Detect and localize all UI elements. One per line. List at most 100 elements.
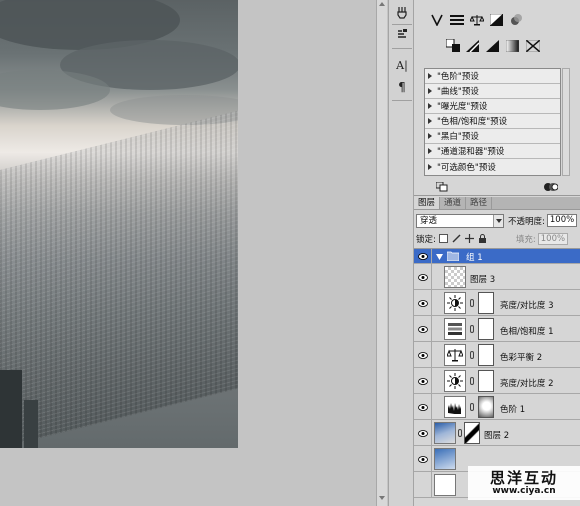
eye-icon[interactable] — [417, 351, 429, 359]
levels-icon[interactable] — [444, 396, 466, 418]
expand-triangle-icon[interactable] — [428, 88, 432, 94]
expand-triangle-icon[interactable] — [428, 133, 432, 139]
folder-icon — [446, 251, 460, 264]
preset-item[interactable]: "色阶"预设 — [425, 69, 560, 84]
lock-label: 锁定: — [416, 234, 436, 245]
preset-item[interactable]: "通道混和器"预设 — [425, 144, 560, 159]
layer-row-brightness-contrast-2[interactable]: 亮度/对比度 2 — [414, 368, 580, 394]
opacity-label: 不透明度: — [508, 216, 545, 227]
layer-thumbnail[interactable] — [434, 474, 456, 496]
preset-item[interactable]: "可选颜色"预设 — [425, 159, 560, 174]
fill-input[interactable]: 100% — [537, 232, 568, 245]
layer-mask-thumbnail[interactable] — [478, 370, 494, 392]
clone-source-icon[interactable] — [393, 26, 411, 44]
eye-icon[interactable] — [417, 429, 429, 437]
tool-presets-icon[interactable] — [393, 4, 411, 22]
brightness-contrast-icon[interactable] — [428, 12, 445, 27]
layer-row-brightness-contrast-3[interactable]: 亮度/对比度 3 — [414, 290, 580, 316]
preset-item[interactable]: "曝光度"预设 — [425, 99, 560, 114]
layer-thumbnail[interactable] — [444, 266, 466, 288]
layers-panel-tabs: 图层 通道 路径 — [414, 197, 580, 210]
expand-triangle-icon[interactable] — [428, 73, 432, 79]
levels-icon[interactable] — [448, 12, 465, 27]
threshold-icon[interactable] — [484, 38, 501, 53]
preset-list-scrollbar[interactable] — [562, 68, 570, 176]
layer-row-levels-1[interactable]: 色阶 1 — [414, 394, 580, 420]
link-icon[interactable] — [470, 299, 474, 307]
expand-triangle-icon[interactable] — [428, 118, 432, 124]
link-icon[interactable] — [470, 403, 474, 411]
scroll-down-arrow-icon[interactable] — [379, 496, 385, 500]
layer-name: 图层 2 — [484, 431, 510, 441]
expand-triangle-icon[interactable] — [428, 103, 432, 109]
eye-icon[interactable] — [417, 403, 429, 411]
layer-mask-thumbnail[interactable] — [478, 396, 494, 418]
lock-image-icon[interactable] — [452, 234, 462, 244]
eye-icon[interactable] — [417, 299, 429, 307]
preset-item[interactable]: "黑白"预设 — [425, 129, 560, 144]
link-icon[interactable] — [470, 351, 474, 359]
preset-item[interactable]: "曲线"预设 — [425, 84, 560, 99]
character-panel-icon[interactable]: A| — [393, 56, 411, 74]
brightness-contrast-icon[interactable] — [444, 292, 466, 314]
eye-icon[interactable] — [417, 252, 429, 260]
photo-filter-icon[interactable] — [508, 12, 525, 27]
layer-row-layer-2[interactable]: 图层 2 — [414, 420, 580, 446]
black-white-icon[interactable] — [488, 12, 505, 27]
layer-name: 色彩平衡 2 — [500, 353, 543, 363]
layer-thumbnail[interactable] — [434, 422, 456, 444]
lock-transparent-icon[interactable] — [439, 234, 449, 244]
layer-row-group-1[interactable]: 组 1 — [414, 249, 580, 264]
posterize-icon[interactable] — [464, 38, 481, 53]
chevron-down-icon[interactable] — [493, 214, 503, 227]
adjustment-icons-row-1 — [428, 12, 525, 27]
layer-thumbnail[interactable] — [434, 448, 456, 470]
tab-paths[interactable]: 路径 — [466, 197, 493, 209]
layer-mask-thumbnail[interactable] — [478, 318, 494, 340]
layer-row-hue-saturation-1[interactable]: 色相/饱和度 1 — [414, 316, 580, 342]
adjustment-icons-row-2 — [444, 38, 541, 53]
brightness-contrast-icon[interactable] — [444, 370, 466, 392]
tab-layers[interactable]: 图层 — [414, 197, 441, 209]
building-shape — [0, 370, 22, 448]
tab-channels[interactable]: 通道 — [440, 197, 467, 209]
city-texture — [0, 110, 238, 448]
blend-mode-select[interactable]: 穿透 — [416, 213, 504, 228]
layer-mask-thumbnail[interactable] — [464, 422, 480, 444]
layer-row-color-balance-2[interactable]: 色彩平衡 2 — [414, 342, 580, 368]
selective-color-icon[interactable] — [524, 38, 541, 53]
gradient-map-icon[interactable] — [504, 38, 521, 53]
eye-icon[interactable] — [417, 377, 429, 385]
vertical-scrollbar[interactable] — [376, 0, 387, 506]
expand-triangle-icon[interactable] — [428, 148, 432, 154]
lock-position-icon[interactable] — [465, 234, 475, 244]
expand-triangle-icon[interactable] — [428, 163, 432, 170]
link-icon[interactable] — [470, 377, 474, 385]
document-canvas-area[interactable] — [0, 0, 375, 506]
adjustment-preset-list[interactable]: "色阶"预设 "曲线"预设 "曝光度"预设 "色相/饱和度"预设 "黑白"预设 … — [424, 68, 561, 176]
layers-panel: 图层 通道 路径 穿透 不透明度: 100% 锁定: 填充: 100% 组 1 … — [414, 197, 580, 506]
color-balance-icon[interactable] — [468, 12, 485, 27]
preset-item[interactable]: "色相/饱和度"预设 — [425, 114, 560, 129]
opacity-input[interactable]: 100% — [546, 214, 577, 227]
invert-icon[interactable] — [444, 38, 461, 53]
layer-row-layer-3[interactable]: 图层 3 — [414, 264, 580, 290]
view-toggle-icon[interactable] — [544, 182, 559, 195]
lock-all-icon[interactable] — [478, 234, 488, 244]
scroll-up-arrow-icon[interactable] — [379, 2, 385, 6]
layer-mask-thumbnail[interactable] — [478, 344, 494, 366]
color-balance-icon[interactable] — [444, 344, 466, 366]
clip-to-layer-icon[interactable] — [435, 181, 448, 195]
paragraph-panel-icon[interactable]: ¶ — [393, 78, 411, 96]
eye-icon[interactable] — [417, 455, 429, 463]
eye-icon[interactable] — [417, 273, 429, 281]
expand-triangle-icon[interactable] — [436, 253, 443, 263]
hue-saturation-icon[interactable] — [444, 318, 466, 340]
document-image[interactable] — [0, 0, 238, 448]
link-icon[interactable] — [458, 429, 462, 437]
watermark-url: www.ciya.cn — [492, 485, 556, 496]
eye-icon[interactable] — [417, 325, 429, 333]
link-icon[interactable] — [470, 325, 474, 333]
layer-mask-thumbnail[interactable] — [478, 292, 494, 314]
panel-dock: A| ¶ — [388, 0, 414, 506]
